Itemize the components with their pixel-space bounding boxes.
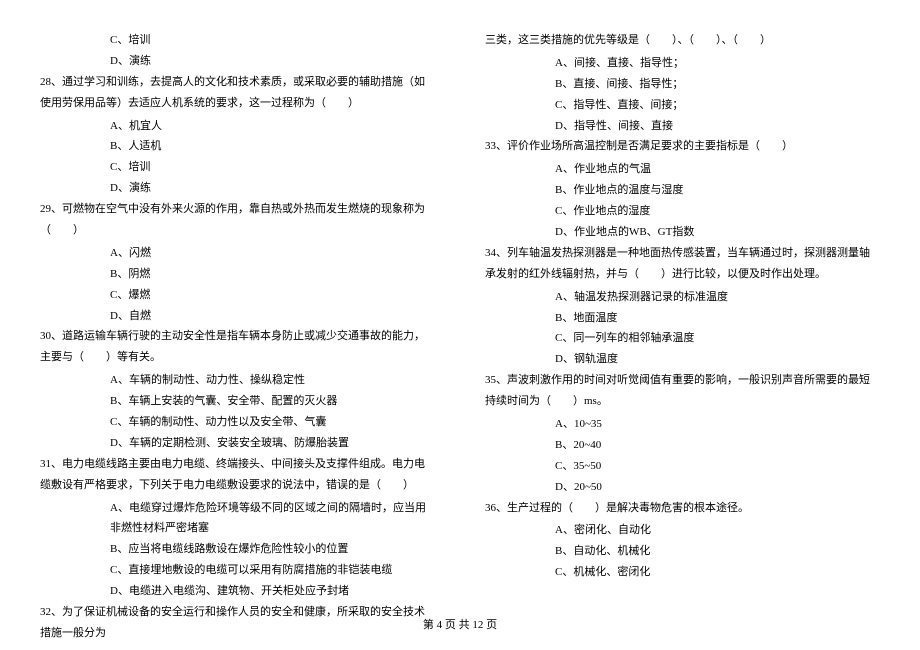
q29-option-c: C、爆燃 bbox=[40, 285, 435, 306]
q35-option-c: C、35~50 bbox=[485, 456, 880, 477]
q27-option-c: C、培训 bbox=[40, 30, 435, 51]
q35-option-b: B、20~40 bbox=[485, 435, 880, 456]
q34-option-d: D、钢轨温度 bbox=[485, 349, 880, 370]
q34-option-c: C、同一列车的相邻轴承温度 bbox=[485, 328, 880, 349]
q29-option-d: D、自燃 bbox=[40, 306, 435, 327]
q30-option-d: D、车辆的定期检测、安装安全玻璃、防爆胎装置 bbox=[40, 433, 435, 454]
q36-option-c: C、机械化、密闭化 bbox=[485, 562, 880, 583]
q28-option-d: D、演练 bbox=[40, 178, 435, 199]
q34-text: 34、列车轴温发热探测器是一种地面热传感装置，当车辆通过时，探测器测量轴承发射的… bbox=[485, 243, 880, 285]
q32-option-d: D、指导性、间接、直接 bbox=[485, 116, 880, 137]
q30-option-a: A、车辆的制动性、动力性、操纵稳定性 bbox=[40, 370, 435, 391]
q33-option-c: C、作业地点的湿度 bbox=[485, 201, 880, 222]
q28-text: 28、通过学习和训练，去提高人的文化和技术素质，或采取必要的辅助措施（如使用劳保… bbox=[40, 72, 435, 114]
q36-option-a: A、密闭化、自动化 bbox=[485, 520, 880, 541]
q31-option-b: B、应当将电缆线路敷设在爆炸危险性较小的位置 bbox=[40, 539, 435, 560]
right-column: 三类，这三类措施的优先等级是（ ）、（ ）、（ ） A、间接、直接、指导性； B… bbox=[485, 30, 880, 646]
q28-option-b: B、人适机 bbox=[40, 136, 435, 157]
q29-option-a: A、闪燃 bbox=[40, 243, 435, 264]
q30-option-b: B、车辆上安装的气囊、安全带、配置的灭火器 bbox=[40, 391, 435, 412]
q34-option-a: A、轴温发热探测器记录的标准温度 bbox=[485, 287, 880, 308]
q33-option-d: D、作业地点的WB、GT指数 bbox=[485, 222, 880, 243]
q31-option-a: A、电缆穿过爆炸危险环境等级不同的区域之间的隔墙时，应当用非燃性材料严密堵塞 bbox=[40, 498, 435, 540]
document-columns: C、培训 D、演练 28、通过学习和训练，去提高人的文化和技术素质，或采取必要的… bbox=[40, 30, 880, 646]
q35-option-a: A、10~35 bbox=[485, 414, 880, 435]
q32-option-a: A、间接、直接、指导性； bbox=[485, 53, 880, 74]
left-column: C、培训 D、演练 28、通过学习和训练，去提高人的文化和技术素质，或采取必要的… bbox=[40, 30, 435, 646]
q31-option-d: D、电缆进入电缆沟、建筑物、开关柜处应予封堵 bbox=[40, 581, 435, 602]
q35-option-d: D、20~50 bbox=[485, 477, 880, 498]
q28-option-a: A、机宜人 bbox=[40, 116, 435, 137]
page-footer: 第 4 页 共 12 页 bbox=[0, 615, 920, 636]
q31-option-c: C、直接埋地敷设的电缆可以采用有防腐措施的非铠装电缆 bbox=[40, 560, 435, 581]
q33-option-a: A、作业地点的气温 bbox=[485, 159, 880, 180]
q30-option-c: C、车辆的制动性、动力性以及安全带、气囊 bbox=[40, 412, 435, 433]
q33-text: 33、评价作业场所高温控制是否满足要求的主要指标是（ ） bbox=[485, 136, 880, 157]
q30-text: 30、道路运输车辆行驶的主动安全性是指车辆本身防止或减少交通事故的能力，主要与（… bbox=[40, 326, 435, 368]
q34-option-b: B、地面温度 bbox=[485, 308, 880, 329]
q36-option-b: B、自动化、机械化 bbox=[485, 541, 880, 562]
q31-text: 31、电力电缆线路主要由电力电缆、终端接头、中间接头及支撑件组成。电力电缆敷设有… bbox=[40, 454, 435, 496]
q32-option-b: B、直接、间接、指导性； bbox=[485, 74, 880, 95]
q28-option-c: C、培训 bbox=[40, 157, 435, 178]
q29-option-b: B、阴燃 bbox=[40, 264, 435, 285]
q29-text: 29、可燃物在空气中没有外来火源的作用，靠自热或外热而发生燃烧的现象称为（ ） bbox=[40, 199, 435, 241]
q32-cont-text: 三类，这三类措施的优先等级是（ ）、（ ）、（ ） bbox=[485, 30, 880, 51]
q36-text: 36、生产过程的（ ）是解决毒物危害的根本途径。 bbox=[485, 498, 880, 519]
q33-option-b: B、作业地点的温度与湿度 bbox=[485, 180, 880, 201]
q35-text: 35、声波刺激作用的时间对听觉阈值有重要的影响，一般识别声音所需要的最短持续时间… bbox=[485, 370, 880, 412]
q27-option-d: D、演练 bbox=[40, 51, 435, 72]
q32-option-c: C、指导性、直接、间接； bbox=[485, 95, 880, 116]
